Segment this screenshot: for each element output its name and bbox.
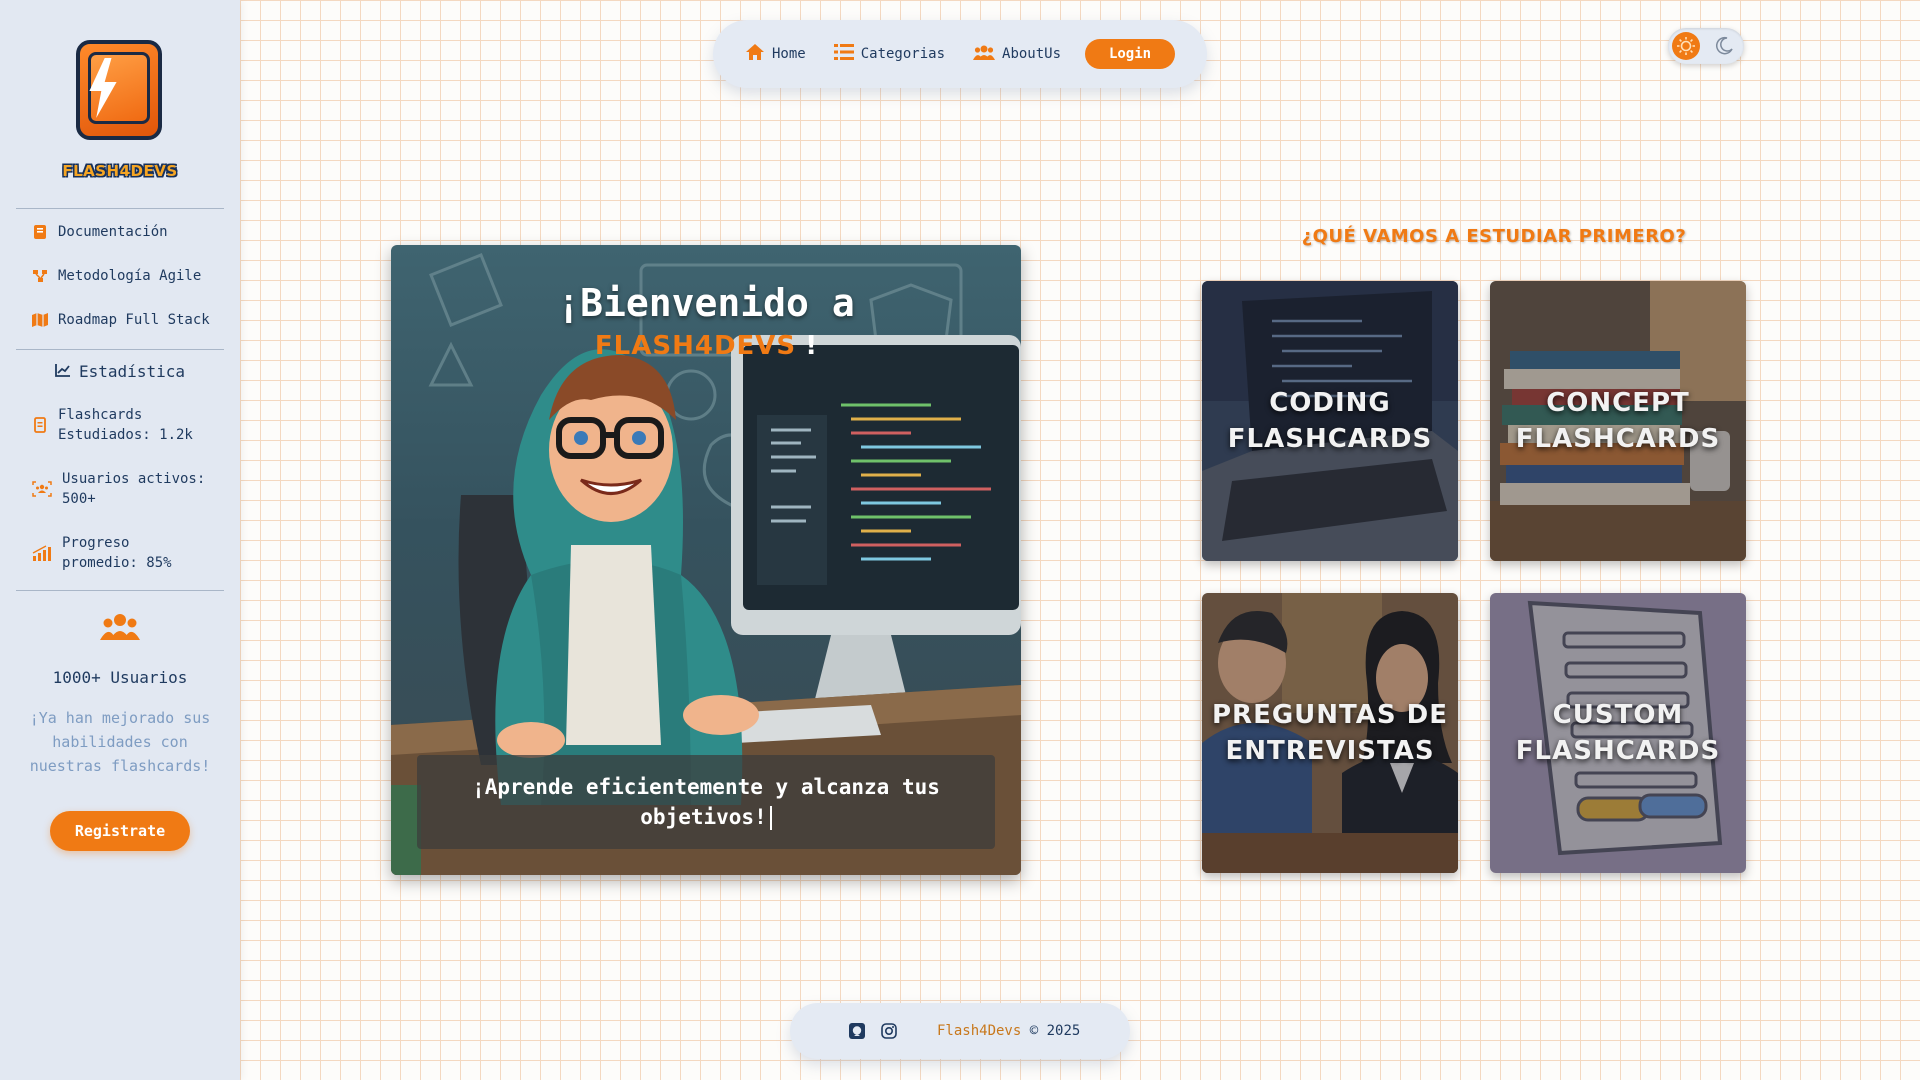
stat-line: Usuarios activos:: [62, 471, 206, 487]
footer-brand: Flash4Devs: [937, 1023, 1022, 1039]
nav-categories-label: Categorias: [860, 46, 946, 62]
footer-copyright: Flash4Devs © 2025: [937, 1023, 1080, 1039]
agile-icon: [32, 268, 48, 284]
users-message: ¡Ya han mejorado sus habilidades con nue…: [29, 709, 211, 775]
map-icon: [32, 312, 48, 328]
stat-line: Progreso: [62, 535, 130, 551]
stat-value: promedio: 85%: [62, 555, 172, 571]
hero-brand-line: FLASH4DEVS !: [391, 331, 1021, 361]
theme-toggle[interactable]: [1668, 28, 1744, 64]
study-heading: ¿QUÉ VAMOS A ESTUDIAR PRIMERO?: [1301, 226, 1687, 247]
sidebar-item-documentacion[interactable]: Documentación: [32, 224, 168, 240]
footer: Flash4Devs © 2025: [790, 1003, 1130, 1059]
stat-active-users: Usuarios activos: 500+: [32, 469, 222, 509]
stat-value: 500+: [62, 491, 96, 507]
sun-icon: [1672, 32, 1700, 60]
hero-title: ¡Bienvenido a: [557, 281, 855, 325]
hero-caption: ¡Aprende eficientemente y alcanza tus ob…: [472, 775, 940, 829]
stat-value: Estudiados: 1.2k: [58, 427, 193, 443]
logo-text: FLASH4DEVS: [62, 162, 178, 180]
users-icon: [973, 44, 996, 64]
instagram-icon[interactable]: [881, 1023, 897, 1039]
stat-progress: Progreso promedio: 85%: [32, 533, 222, 573]
stat-flashcards: Flashcards Estudiados: 1.2k: [32, 405, 222, 445]
home-icon: [745, 43, 765, 65]
hero-brand-suffix: !: [796, 331, 818, 361]
users-group-icon: [100, 612, 140, 642]
card-label: CONCEPT FLASHCARDS: [1515, 388, 1721, 454]
stats-title: Estadística: [0, 362, 240, 381]
sidebar-item-agile[interactable]: Metodología Agile: [32, 268, 201, 284]
list-icon: [833, 43, 854, 65]
logo-tablet-icon: [76, 40, 162, 140]
card-label: CODING FLASHCARDS: [1227, 388, 1433, 454]
nav-home[interactable]: Home: [745, 43, 806, 65]
signal-icon: [32, 545, 52, 561]
card-label: PREGUNTAS DE ENTREVISTAS: [1212, 700, 1449, 766]
chart-line-icon: [55, 362, 71, 381]
divider: [16, 590, 224, 591]
users-count: 1000+ Usuarios: [52, 668, 188, 687]
nav-home-label: Home: [772, 46, 806, 62]
sidebar-item-label: Metodología Agile: [58, 268, 202, 284]
sidebar-item-roadmap[interactable]: Roadmap Full Stack: [32, 312, 210, 328]
card-icon: [32, 417, 48, 433]
brand-logo[interactable]: FLASH4DEVS: [60, 38, 180, 188]
nav-about[interactable]: AboutUs: [973, 44, 1061, 64]
users-scan-icon: [32, 481, 52, 497]
nav-categories[interactable]: Categorias: [833, 43, 946, 65]
sidebar-item-label: Documentación: [58, 224, 168, 240]
card-custom-flashcards[interactable]: CUSTOM FLASHCARDS: [1490, 593, 1746, 873]
nav-about-label: AboutUs: [1002, 46, 1062, 62]
card-label: CUSTOM FLASHCARDS: [1515, 700, 1721, 766]
github-icon[interactable]: [849, 1023, 865, 1039]
hero-card: ¡Bienvenido a FLASH4DEVS ! ¡Aprende efic…: [391, 245, 1021, 875]
sidebar-item-label: Roadmap Full Stack: [58, 312, 210, 328]
stat-line: Flashcards: [58, 407, 143, 423]
top-navbar: Home Categorias AboutUs Login: [713, 20, 1207, 88]
moon-icon: [1714, 36, 1734, 56]
stats-title-label: Estadística: [79, 362, 185, 381]
divider: [16, 349, 224, 350]
book-icon: [32, 224, 48, 240]
login-button[interactable]: Login: [1085, 39, 1175, 69]
card-concept-flashcards[interactable]: CONCEPT FLASHCARDS: [1490, 281, 1746, 561]
hero-brand: FLASH4DEVS: [594, 331, 797, 361]
divider: [16, 208, 224, 209]
hero-caption-box: ¡Aprende eficientemente y alcanza tus ob…: [417, 755, 995, 849]
register-button[interactable]: Registrate: [50, 811, 190, 851]
text-cursor: [769, 806, 772, 830]
card-coding-flashcards[interactable]: CODING FLASHCARDS: [1202, 281, 1458, 561]
card-interview-questions[interactable]: PREGUNTAS DE ENTREVISTAS: [1202, 593, 1458, 873]
sidebar: FLASH4DEVS Documentación Metodología Agi…: [0, 0, 240, 1080]
footer-year: © 2025: [1021, 1023, 1081, 1039]
